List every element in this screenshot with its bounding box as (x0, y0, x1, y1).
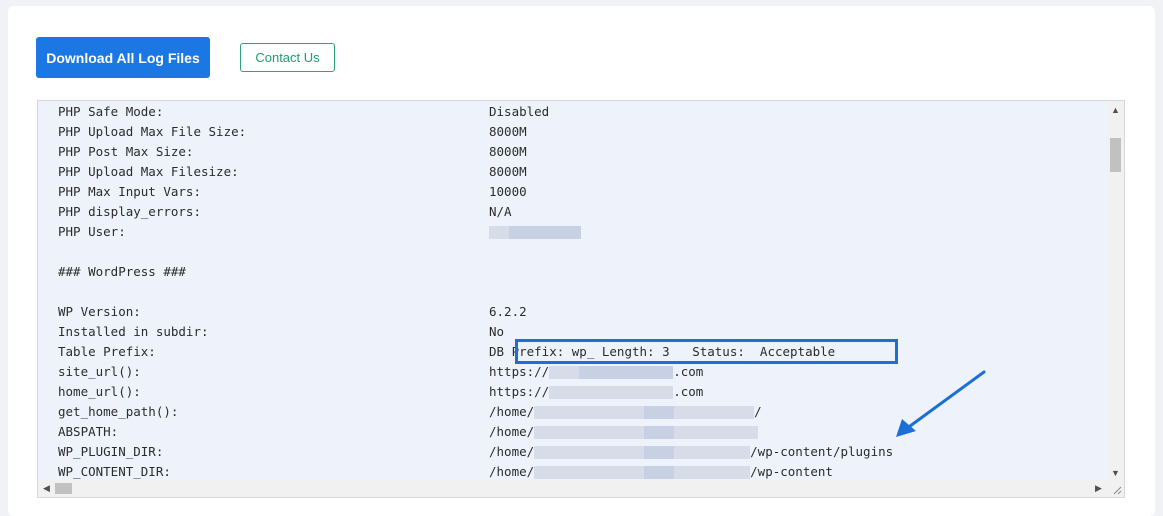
log-value: /home/ /wp-content/plugins (489, 442, 893, 462)
log-key: home_url(): (58, 384, 141, 399)
log-value: 8000M (489, 164, 527, 179)
log-key: PHP User: (58, 224, 126, 239)
log-value: 8000M (489, 144, 527, 159)
log-value: 10000 (489, 184, 527, 199)
value-prefix: https:// (489, 384, 550, 399)
log-value: N/A (489, 204, 512, 219)
log-key: get_home_path(): (58, 404, 179, 419)
log-value: /home/ / (489, 402, 762, 422)
log-key: PHP Upload Max File Size: (58, 124, 247, 139)
log-key: PHP Post Max Size: (58, 144, 194, 159)
log-key: Table Prefix: (58, 344, 156, 359)
log-key: site_url(): (58, 364, 141, 379)
value-suffix: /wp-content/plugins (750, 444, 894, 459)
log-line: PHP Post Max Size: 8000M (58, 142, 1106, 162)
log-line: WP_PLUGIN_DIR: /home/ /wp-content/plugins (58, 442, 1106, 462)
log-value: /home/ /wp-content (489, 462, 833, 482)
log-key: Installed in subdir: (58, 324, 209, 339)
value-prefix: /home/ (489, 404, 535, 419)
callout-arrow-icon (896, 370, 986, 437)
log-key: PHP Safe Mode: (58, 104, 164, 119)
resize-grip-icon[interactable] (1107, 480, 1124, 497)
vertical-scroll-thumb[interactable] (1110, 138, 1121, 172)
log-line: ### WordPress ### (58, 262, 1106, 282)
log-line: PHP User: (58, 222, 1106, 242)
log-line: PHP Safe Mode: Disabled (58, 102, 1106, 122)
log-key: WP Version: (58, 304, 141, 319)
log-key: WP_CONTENT_DIR: (58, 464, 171, 479)
log-value: 8000M (489, 124, 527, 139)
value-prefix: https:// (489, 364, 550, 379)
log-textarea[interactable]: PHP Safe Mode: Disabled PHP Upload Max Fi… (37, 100, 1125, 498)
log-line-blank (58, 242, 1106, 262)
scroll-up-arrow-icon[interactable]: ▲ (1107, 101, 1124, 118)
horizontal-scroll-thumb[interactable] (55, 483, 72, 494)
log-key: PHP Max Input Vars: (58, 184, 201, 199)
value-prefix: /home/ (489, 464, 535, 479)
log-line: PHP Upload Max File Size: 8000M (58, 122, 1106, 142)
scroll-right-arrow-icon[interactable]: ▶ (1090, 480, 1107, 497)
contact-us-button[interactable]: Contact Us (240, 43, 335, 72)
value-suffix: .com (673, 364, 704, 379)
log-value: Disabled (489, 104, 550, 119)
value-prefix: /home/ (489, 444, 535, 459)
log-key: ABSPATH: (58, 424, 119, 439)
value-suffix: .com (673, 384, 704, 399)
redacted-value (489, 222, 581, 242)
vertical-scrollbar[interactable]: ▲ ▼ (1107, 101, 1124, 481)
table-prefix-highlight-box (515, 339, 898, 364)
log-value: /home/ (489, 422, 759, 442)
log-value: No (489, 324, 505, 339)
log-line-blank (58, 282, 1106, 302)
log-value: 6.2.2 (489, 304, 527, 319)
log-section-heading: ### WordPress ### (58, 264, 186, 279)
horizontal-scrollbar[interactable]: ◀ ▶ (38, 480, 1107, 497)
log-line: WP Version: 6.2.2 (58, 302, 1106, 322)
download-all-logs-button[interactable]: Download All Log Files (36, 37, 210, 78)
value-suffix: / (754, 404, 762, 419)
log-value: https:// .com (489, 362, 703, 382)
scroll-left-arrow-icon[interactable]: ◀ (38, 480, 55, 497)
log-line: PHP Upload Max Filesize: 8000M (58, 162, 1106, 182)
log-value: https:// .com (489, 382, 703, 402)
log-key: PHP display_errors: (58, 204, 201, 219)
log-line: WP_CONTENT_DIR: /home/ /wp-content (58, 462, 1106, 482)
log-line: PHP Max Input Vars: 10000 (58, 182, 1106, 202)
value-prefix: /home/ (489, 424, 535, 439)
log-key: PHP Upload Max Filesize: (58, 164, 239, 179)
log-key: WP_PLUGIN_DIR: (58, 444, 164, 459)
log-line: PHP display_errors: N/A (58, 202, 1106, 222)
scroll-down-arrow-icon[interactable]: ▼ (1107, 464, 1124, 481)
value-suffix: /wp-content (750, 464, 833, 479)
